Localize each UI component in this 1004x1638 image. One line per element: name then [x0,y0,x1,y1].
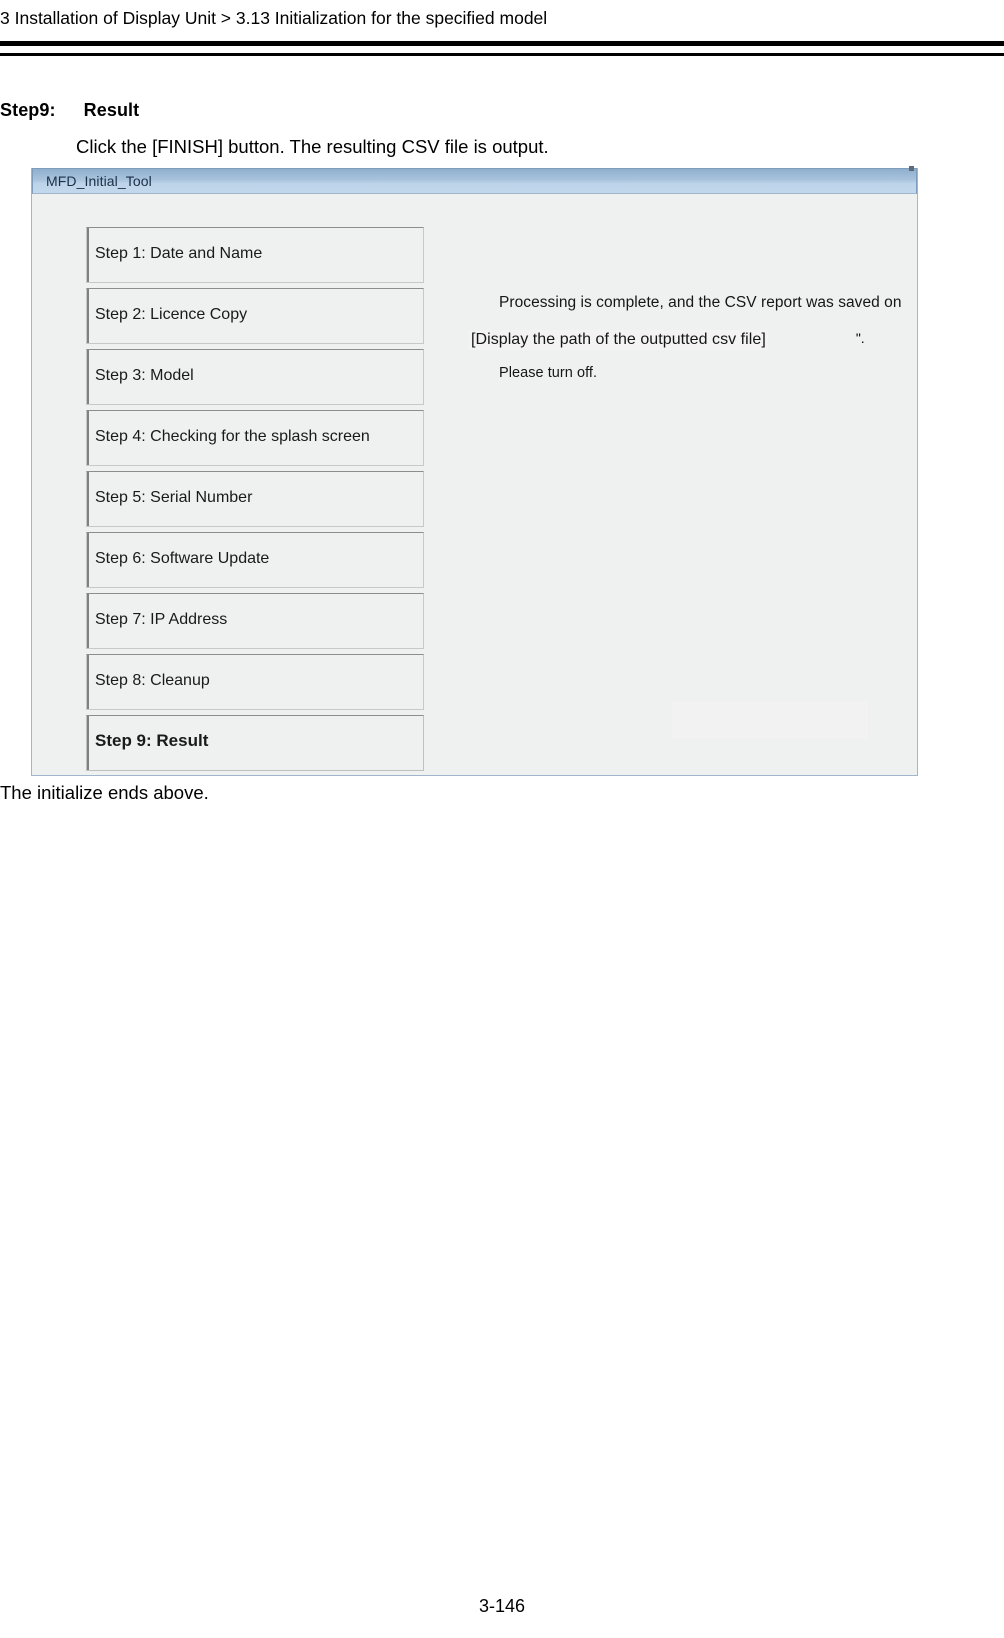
step-item-7[interactable]: Step 7: IP Address [86,593,424,649]
running-header: 3 Installation of Display Unit > 3.13 In… [0,8,548,28]
window-corner-marker [909,166,914,171]
result-message-pane: Processing is complete, and the CSV repo… [457,294,902,381]
step-item-label: Step 3: Model [95,367,194,384]
finish-button[interactable] [672,701,868,739]
header-rule-thin [0,53,1004,56]
step-item-4[interactable]: Step 4: Checking for the splash screen [86,410,424,466]
step-heading-title: Result [83,100,140,120]
closing-note: The initialize ends above. [0,782,209,803]
step-item-9[interactable]: Step 9: Result [86,715,424,771]
window-title: MFD_Initial_Tool [46,173,152,189]
step-item-label: Step 2: Licence Copy [95,306,248,323]
step-item-3[interactable]: Step 3: Model [86,349,424,405]
result-message-path-placeholder: [Display the path of the outputted csv f… [469,330,768,350]
step-heading: Step9: Result [0,100,139,121]
step-navigation-list: Step 1: Date and Name Step 2: Licence Co… [86,227,424,776]
result-message-quote: ". [855,330,865,346]
page-number: 3-146 [478,1596,526,1616]
step-item-label: Step 5: Serial Number [95,489,253,506]
step-instruction-text: Click the [FINISH] button. The resulting… [76,136,549,157]
header-rule-thick [0,41,1004,46]
window-body: Step 1: Date and Name Step 2: Licence Co… [32,194,917,774]
step-item-2[interactable]: Step 2: Licence Copy [86,288,424,344]
step-item-6[interactable]: Step 6: Software Update [86,532,424,588]
result-message-line-1: Processing is complete, and the CSV repo… [499,294,902,311]
step-item-8[interactable]: Step 8: Cleanup [86,654,424,710]
step-item-label: Step 4: Checking for the splash screen [95,428,370,445]
window-titlebar: MFD_Initial_Tool [32,166,917,194]
result-message-line-3: Please turn off. [499,365,598,381]
step-item-1[interactable]: Step 1: Date and Name [86,227,424,283]
step-item-label: Step 8: Cleanup [95,672,210,689]
step-heading-label: Step9: [0,100,56,120]
step-item-label: Step 7: IP Address [95,611,228,628]
step-item-5[interactable]: Step 5: Serial Number [86,471,424,527]
step-item-label: Step 9: Result [95,731,209,750]
step-item-label: Step 6: Software Update [95,550,270,567]
step-item-label: Step 1: Date and Name [95,245,263,262]
mfd-initial-tool-window: MFD_Initial_Tool Step 1: Date and Name S… [31,166,918,776]
